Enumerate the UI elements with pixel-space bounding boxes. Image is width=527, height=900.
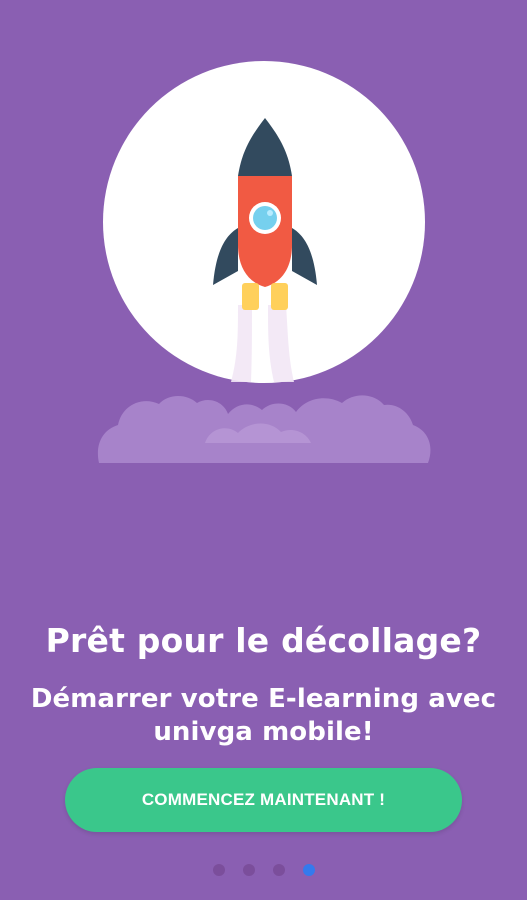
page-dot-1[interactable] <box>212 864 225 876</box>
onboarding-subtitle: Démarrer votre E-learning avec univga mo… <box>30 684 497 748</box>
pagination-dots <box>0 860 527 880</box>
onboarding-title: Prêt pour le décollage? <box>45 621 482 660</box>
start-now-button[interactable]: COMMENCEZ MAINTENANT ! <box>65 768 462 832</box>
cloud-group <box>97 395 431 463</box>
page-dot-4[interactable] <box>302 864 315 876</box>
onboarding-screen: Prêt pour le décollage? Démarrer votre E… <box>0 0 527 900</box>
rocket-launch-illustration <box>97 61 431 463</box>
page-dot-3[interactable] <box>272 864 285 876</box>
rocket-illustration <box>0 0 527 520</box>
page-dot-2[interactable] <box>242 864 255 876</box>
